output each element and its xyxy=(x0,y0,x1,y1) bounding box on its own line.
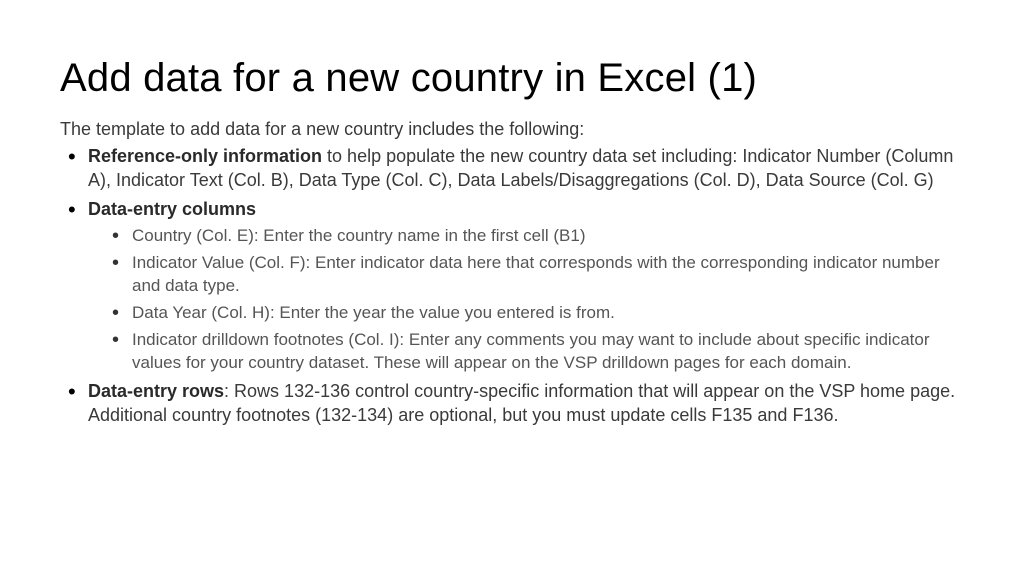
sub-list: Country (Col. E): Enter the country name… xyxy=(88,225,964,375)
bold-label: Data-entry columns xyxy=(88,199,256,219)
slide-title: Add data for a new country in Excel (1) xyxy=(60,56,964,101)
intro-text: The template to add data for a new count… xyxy=(60,119,964,140)
sub-list-item: Data Year (Col. H): Enter the year the v… xyxy=(132,302,964,325)
bold-label: Reference-only information xyxy=(88,146,322,166)
list-item: Reference-only information to help popul… xyxy=(88,144,964,193)
list-item: Data-entry rows: Rows 132-136 control co… xyxy=(88,379,964,428)
sub-list-item: Country (Col. E): Enter the country name… xyxy=(132,225,964,248)
bullet-list: Reference-only information to help popul… xyxy=(60,144,964,427)
sub-list-item: Indicator Value (Col. F): Enter indicato… xyxy=(132,252,964,298)
sub-list-item: Indicator drilldown footnotes (Col. I): … xyxy=(132,329,964,375)
list-item: Data-entry columns Country (Col. E): Ent… xyxy=(88,197,964,375)
bold-label: Data-entry rows xyxy=(88,381,224,401)
